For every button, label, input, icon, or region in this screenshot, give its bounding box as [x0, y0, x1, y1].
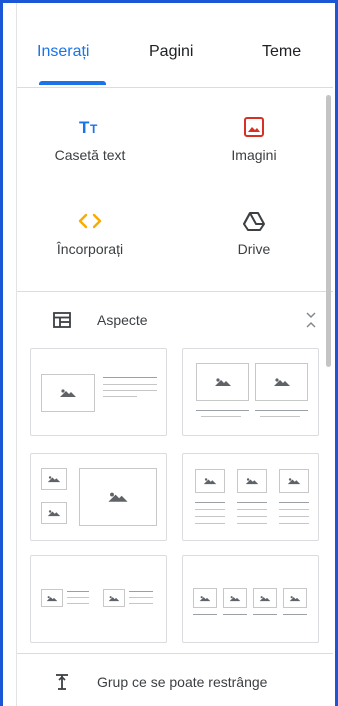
text-line — [253, 614, 277, 615]
layout-three-images[interactable] — [182, 453, 319, 541]
text-line — [195, 516, 225, 517]
text-line — [201, 416, 241, 417]
image-placeholder — [41, 589, 63, 607]
image-placeholder — [103, 589, 125, 607]
layout-image-text[interactable] — [30, 348, 167, 436]
active-tab-indicator — [39, 81, 106, 85]
images-label: Imagini — [231, 147, 277, 163]
text-line — [129, 597, 153, 598]
image-icon — [189, 113, 319, 141]
text-line — [279, 523, 309, 524]
text-line — [67, 591, 89, 592]
insert-images-button[interactable]: Imagini — [189, 113, 319, 163]
text-line — [237, 523, 267, 524]
drive-icon — [189, 207, 319, 235]
section-divider — [17, 653, 333, 654]
text-line — [237, 509, 267, 510]
image-placeholder — [41, 468, 67, 490]
text-line — [67, 597, 89, 598]
text-line — [195, 523, 225, 524]
embed-code-icon — [25, 207, 155, 235]
scrollbar[interactable] — [326, 95, 331, 367]
layout-icon — [53, 312, 71, 333]
image-placeholder — [41, 374, 95, 412]
text-line — [195, 502, 225, 503]
image-placeholder — [253, 588, 277, 608]
text-box-icon: T T — [25, 113, 155, 141]
collapse-chevron-icon[interactable] — [305, 311, 317, 334]
tab-pages[interactable]: Pagini — [149, 43, 193, 61]
collapsible-group-icon — [55, 673, 69, 696]
layout-image-text-pairs[interactable] — [30, 555, 167, 643]
image-placeholder — [195, 469, 225, 493]
layout-image-collage[interactable] — [30, 453, 167, 541]
text-line — [195, 509, 225, 510]
text-line — [129, 603, 153, 604]
text-line — [103, 390, 157, 391]
text-line — [196, 410, 249, 411]
image-placeholder — [283, 588, 307, 608]
image-placeholder — [255, 363, 308, 401]
text-box-label: Casetă text — [54, 147, 126, 163]
text-line — [237, 502, 267, 503]
image-placeholder — [41, 502, 67, 524]
text-line — [67, 603, 89, 604]
text-line — [279, 502, 309, 503]
layouts-header[interactable]: Aspecte — [17, 303, 333, 339]
image-placeholder — [193, 588, 217, 608]
text-line — [103, 384, 157, 385]
insert-collapsible-group-button[interactable]: Grup ce se poate restrânge — [17, 661, 333, 706]
insert-drive-button[interactable]: Drive — [189, 207, 319, 257]
text-line — [279, 516, 309, 517]
insert-embed-button[interactable]: Încorporați — [25, 207, 155, 257]
tab-insert[interactable]: Inserați — [37, 43, 89, 61]
insert-text-box-button[interactable]: T T Casetă text — [25, 113, 155, 163]
layout-four-images[interactable] — [182, 555, 319, 643]
text-line — [193, 614, 217, 615]
svg-text:T: T — [79, 118, 90, 137]
text-line — [255, 410, 308, 411]
svg-text:T: T — [90, 122, 98, 136]
section-divider — [17, 291, 333, 292]
image-placeholder — [79, 468, 157, 526]
text-line — [237, 516, 267, 517]
insert-panel: Inserați Pagini Teme T T Casetă text Ima… — [16, 3, 333, 706]
text-line — [283, 614, 307, 615]
layouts-title: Aspecte — [97, 312, 148, 328]
image-placeholder — [196, 363, 249, 401]
text-line — [223, 614, 247, 615]
tab-bar: Inserați Pagini Teme — [17, 3, 333, 88]
image-placeholder — [237, 469, 267, 493]
layout-two-images[interactable] — [182, 348, 319, 436]
image-placeholder — [279, 469, 309, 493]
text-line — [103, 377, 157, 378]
text-line — [279, 509, 309, 510]
collapsible-group-label: Grup ce se poate restrânge — [97, 674, 268, 690]
text-line — [129, 591, 153, 592]
drive-label: Drive — [237, 241, 271, 257]
text-line — [260, 416, 300, 417]
tab-themes[interactable]: Teme — [262, 43, 301, 61]
text-line — [103, 396, 137, 397]
image-placeholder — [223, 588, 247, 608]
embed-label: Încorporați — [56, 241, 124, 257]
